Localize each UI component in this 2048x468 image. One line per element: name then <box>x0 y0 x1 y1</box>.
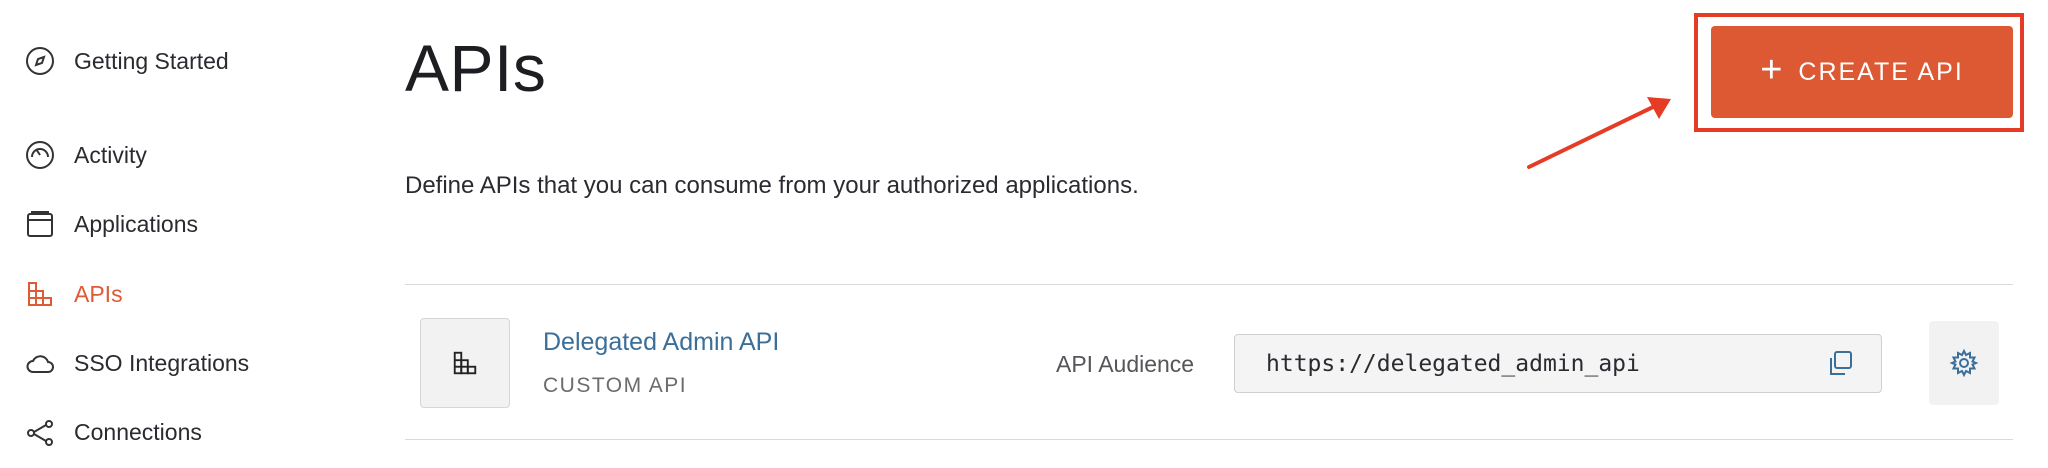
page-description: Define APIs that you can consume from yo… <box>405 172 1139 199</box>
api-row-icon <box>420 318 510 408</box>
sidebar-item-label: SSO Integrations <box>74 349 250 376</box>
share-nodes-icon <box>24 416 56 448</box>
gear-icon <box>1949 348 1979 378</box>
window-icon <box>24 208 56 240</box>
sidebar-item-label: APIs <box>74 280 123 307</box>
create-api-label: CREATE API <box>1798 57 1964 86</box>
sidebar-item-connections[interactable]: Connections <box>24 412 202 452</box>
copy-icon <box>1830 351 1852 375</box>
annotation-arrow <box>1527 97 1671 169</box>
sidebar-item-activity[interactable]: Activity <box>24 135 147 175</box>
api-audience-value: https://delegated_admin_api <box>1266 350 1640 377</box>
copy-button[interactable] <box>1823 346 1857 380</box>
api-type: CUSTOM API <box>543 374 688 397</box>
divider <box>405 439 2013 440</box>
plus-icon: + <box>1760 49 1783 91</box>
api-blocks-icon <box>453 351 477 375</box>
sidebar-item-getting-started[interactable]: Getting Started <box>24 41 229 81</box>
sidebar-item-label: Getting Started <box>74 47 229 74</box>
cloud-icon <box>24 347 56 379</box>
sidebar-item-sso-integrations[interactable]: SSO Integrations <box>24 343 249 383</box>
gauge-icon <box>24 139 56 171</box>
api-audience-field[interactable]: https://delegated_admin_api <box>1234 334 1882 393</box>
create-api-button[interactable]: + CREATE API <box>1711 26 2013 118</box>
sidebar-item-applications[interactable]: Applications <box>24 204 198 244</box>
compass-icon <box>24 45 56 77</box>
divider <box>405 284 2013 285</box>
api-name-link[interactable]: Delegated Admin API <box>543 328 779 357</box>
api-audience-label: API Audience <box>1056 351 1195 377</box>
page-title: APIs <box>405 31 547 105</box>
sidebar-item-label: Applications <box>74 210 199 237</box>
sidebar: Getting Started Activity Applications AP… <box>0 0 360 468</box>
sidebar-item-label: Activity <box>74 141 147 168</box>
api-blocks-icon <box>24 278 56 310</box>
sidebar-item-apis[interactable]: APIs <box>24 274 123 314</box>
sidebar-item-label: Connections <box>74 418 202 445</box>
settings-button[interactable] <box>1929 321 1999 405</box>
